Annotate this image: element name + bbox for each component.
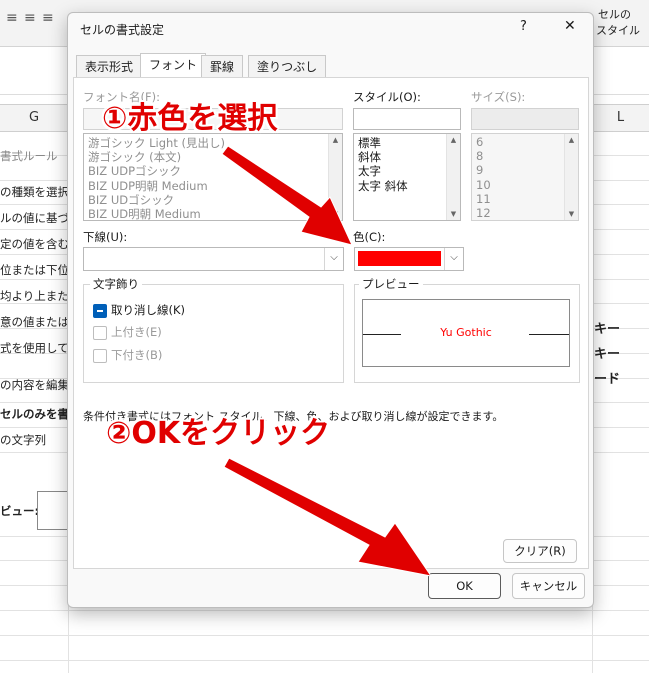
annotation-step2: ②OKをクリック: [106, 416, 331, 451]
arrow-to-color-icon: [221, 145, 353, 246]
arrow-to-ok-icon: [223, 457, 433, 577]
annotation-arrows: [221, 145, 433, 577]
annotation-step1: ①赤色を選択: [102, 101, 278, 136]
